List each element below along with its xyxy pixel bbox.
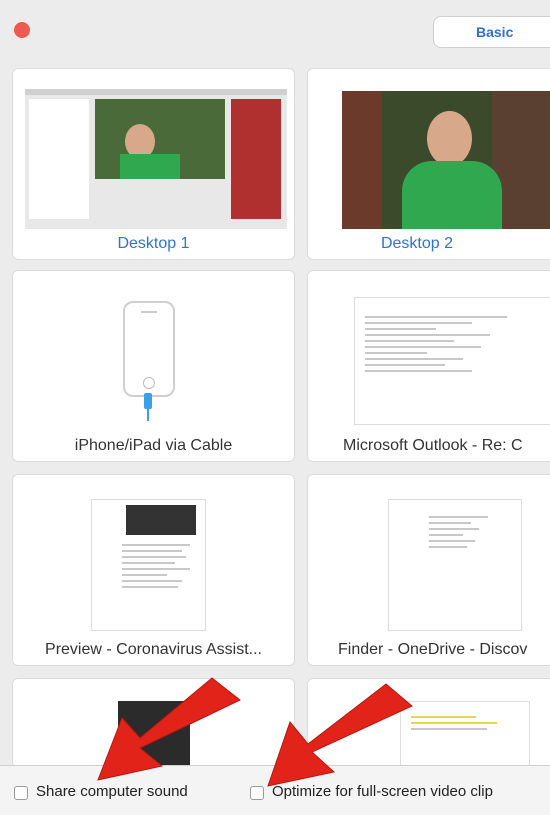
tile-label: Finder - OneDrive - Discov	[338, 641, 528, 658]
desktop-1-thumbnail	[25, 89, 287, 229]
options-bar: Share computer sound Optimize for full-s…	[0, 765, 550, 815]
row4-left-thumbnail	[118, 701, 190, 767]
tile-label: Preview - Coronavirus Assist...	[45, 641, 262, 658]
share-tile-preview[interactable]: Preview - Coronavirus Assist...	[12, 474, 295, 666]
share-tile-outlook[interactable]: Microsoft Outlook - Re: C	[307, 270, 550, 462]
share-sound-label[interactable]: Share computer sound	[36, 783, 188, 800]
tab-basic[interactable]: Basic	[433, 16, 550, 48]
share-tile-row4-left[interactable]	[12, 678, 295, 768]
cable-wire-icon	[147, 409, 149, 421]
optimize-video-checkbox[interactable]	[250, 786, 264, 800]
tile-label: Microsoft Outlook - Re: C	[343, 437, 523, 454]
optimize-video-label[interactable]: Optimize for full-screen video clip	[272, 783, 493, 800]
tile-label: Desktop 2	[380, 235, 454, 252]
share-tile-desktop-2[interactable]: Desktop 2	[307, 68, 550, 260]
window-close-icon[interactable]	[14, 22, 30, 38]
share-sound-checkbox[interactable]	[14, 786, 28, 800]
tile-label: Desktop 1	[117, 235, 190, 252]
iphone-icon	[123, 301, 175, 397]
share-tile-iphone[interactable]: iPhone/iPad via Cable	[12, 270, 295, 462]
share-tile-desktop-1[interactable]: Desktop 1	[12, 68, 295, 260]
preview-image-block	[126, 505, 196, 535]
row4-right-thumbnail	[400, 701, 530, 767]
outlook-thumbnail	[354, 297, 550, 425]
cable-icon	[144, 393, 152, 409]
tile-label: iPhone/iPad via Cable	[74, 437, 233, 454]
share-tile-finder[interactable]: Finder - OneDrive - Discov	[307, 474, 550, 666]
desktop-2-thumbnail	[342, 91, 550, 229]
share-tile-row4-right[interactable]	[307, 678, 550, 768]
finder-thumbnail	[388, 499, 522, 631]
